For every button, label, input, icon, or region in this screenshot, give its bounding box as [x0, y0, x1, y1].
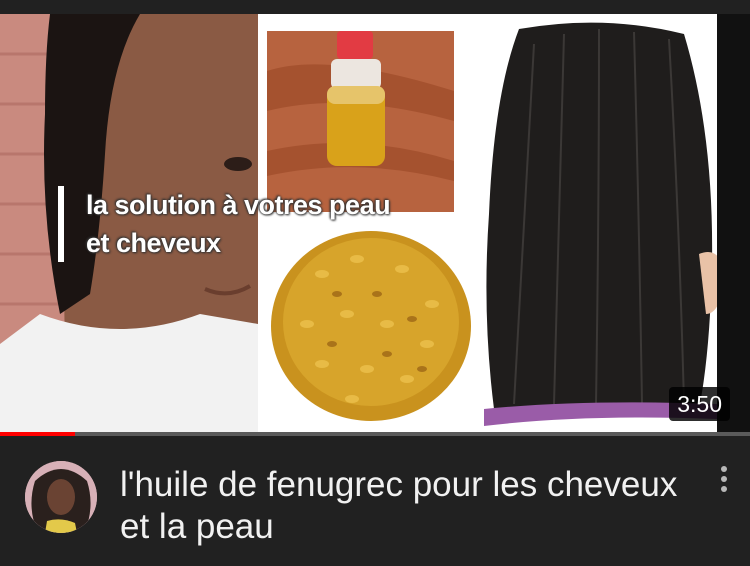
video-title[interactable]: l'huile de fenugrec pour les cheveux et …	[120, 464, 680, 548]
thumbnail-hair-image	[484, 14, 717, 432]
overlay-caption-line1: la solution à votres peau	[86, 190, 391, 220]
more-dot	[721, 466, 727, 472]
video-thumbnail[interactable]: la solution à votres peau et cheveux 3:5…	[0, 14, 750, 432]
thumbnail-oil-bottle-image	[267, 31, 454, 212]
more-dot	[721, 476, 727, 482]
more-dot	[721, 486, 727, 492]
channel-avatar[interactable]	[25, 461, 97, 533]
top-strip	[0, 0, 750, 14]
more-vert-icon[interactable]	[712, 464, 736, 494]
overlay-caption-line2: et cheveux	[86, 228, 221, 258]
duration-badge: 3:50	[669, 387, 730, 421]
thumbnail-right-edge	[717, 14, 750, 432]
thumbnail-overlay-caption: la solution à votres peau et cheveux	[58, 186, 458, 262]
video-info-row: l'huile de fenugrec pour les cheveux et …	[0, 436, 750, 566]
